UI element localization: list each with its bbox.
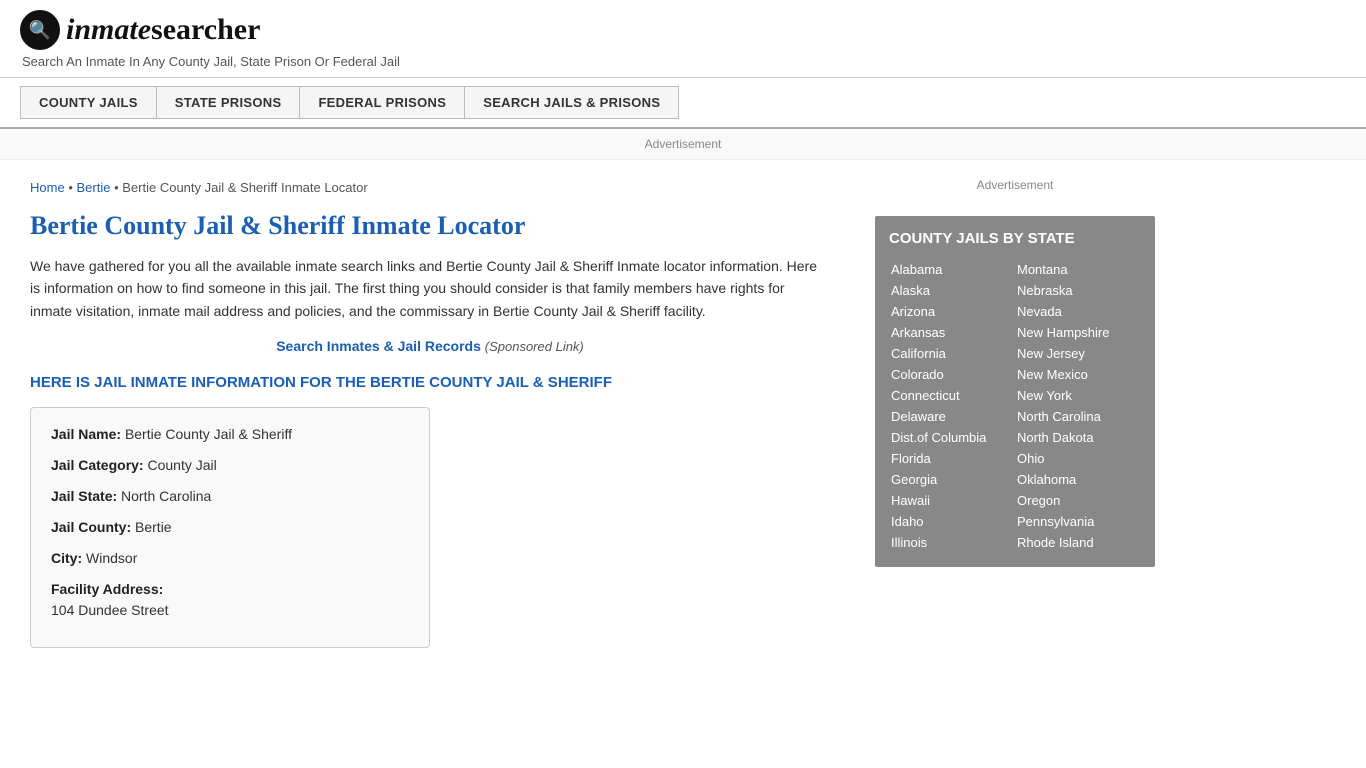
jail-state-value: North Carolina (121, 488, 211, 504)
state-link[interactable]: Illinois (889, 532, 1015, 553)
jail-county-value: Bertie (135, 519, 172, 535)
sidebar-ad: Advertisement (875, 170, 1155, 200)
main-layout: Home • Bertie • Bertie County Jail & She… (0, 160, 1366, 668)
state-columns: AlabamaAlaskaArizonaArkansasCaliforniaCo… (889, 259, 1141, 553)
state-col-right: MontanaNebraskaNevadaNew HampshireNew Je… (1015, 259, 1141, 553)
breadcrumb-home[interactable]: Home (30, 180, 65, 195)
state-link[interactable]: Delaware (889, 406, 1015, 427)
sponsored-note: (Sponsored Link) (485, 339, 584, 354)
jail-address-label: Facility Address: (51, 581, 163, 597)
state-link[interactable]: Alaska (889, 280, 1015, 301)
tagline: Search An Inmate In Any County Jail, Sta… (22, 54, 1346, 69)
jail-county-label: Jail County: (51, 519, 131, 535)
nav-county-jails[interactable]: COUNTY JAILS (20, 86, 156, 119)
jail-category-label: Jail Category: (51, 457, 144, 473)
jail-name-value: Bertie County Jail & Sheriff (125, 426, 292, 442)
breadcrumb-parent[interactable]: Bertie (76, 180, 110, 195)
state-link[interactable]: California (889, 343, 1015, 364)
state-link[interactable]: Rhode Island (1015, 532, 1141, 553)
jail-category-row: Jail Category: County Jail (51, 455, 409, 476)
jail-state-label: Jail State: (51, 488, 117, 504)
state-link[interactable]: North Carolina (1015, 406, 1141, 427)
jail-address-row: Facility Address: 104 Dundee Street (51, 579, 409, 621)
logo-area: 🔍 inmatesearcher (20, 10, 1346, 50)
sidebar: Advertisement COUNTY JAILS BY STATE Alab… (860, 160, 1170, 668)
page-title: Bertie County Jail & Sheriff Inmate Loca… (30, 211, 830, 241)
jail-name-row: Jail Name: Bertie County Jail & Sheriff (51, 424, 409, 445)
state-link[interactable]: Pennsylvania (1015, 511, 1141, 532)
content-area: Home • Bertie • Bertie County Jail & She… (0, 160, 860, 668)
nav-bar: COUNTY JAILS STATE PRISONS FEDERAL PRISO… (0, 78, 1366, 129)
state-link[interactable]: Montana (1015, 259, 1141, 280)
state-link[interactable]: Ohio (1015, 448, 1141, 469)
logo-icon: 🔍 (20, 10, 60, 50)
jail-name-label: Jail Name: (51, 426, 121, 442)
breadcrumb-current: Bertie County Jail & Sheriff Inmate Loca… (122, 180, 367, 195)
logo-inmate: inmate (66, 13, 151, 46)
state-link[interactable]: Oregon (1015, 490, 1141, 511)
header: 🔍 inmatesearcher Search An Inmate In Any… (0, 0, 1366, 78)
logo-searcher: searcher (151, 13, 260, 46)
jail-info-box: Jail Name: Bertie County Jail & Sheriff … (30, 407, 430, 648)
jail-city-label: City: (51, 550, 82, 566)
state-link[interactable]: Alabama (889, 259, 1015, 280)
state-link[interactable]: North Dakota (1015, 427, 1141, 448)
description: We have gathered for you all the availab… (30, 255, 830, 322)
jail-category-value: County Jail (147, 457, 216, 473)
state-col-left: AlabamaAlaskaArizonaArkansasCaliforniaCo… (889, 259, 1015, 553)
state-link[interactable]: Arkansas (889, 322, 1015, 343)
state-link[interactable]: Florida (889, 448, 1015, 469)
sponsored-link[interactable]: Search Inmates & Jail Records (276, 338, 481, 354)
jail-county-row: Jail County: Bertie (51, 517, 409, 538)
nav-federal-prisons[interactable]: FEDERAL PRISONS (299, 86, 464, 119)
state-link[interactable]: New York (1015, 385, 1141, 406)
state-link[interactable]: Idaho (889, 511, 1015, 532)
jail-address-value: 104 Dundee Street (51, 600, 409, 621)
info-header: HERE IS JAIL INMATE INFORMATION FOR THE … (30, 374, 830, 391)
state-box-title: COUNTY JAILS BY STATE (889, 230, 1141, 247)
sponsored-link-area: Search Inmates & Jail Records (Sponsored… (30, 338, 830, 354)
nav-search-jails[interactable]: SEARCH JAILS & PRISONS (464, 86, 679, 119)
jail-city-row: City: Windsor (51, 548, 409, 569)
logo-text: inmatesearcher (66, 13, 260, 47)
state-link[interactable]: Arizona (889, 301, 1015, 322)
state-box: COUNTY JAILS BY STATE AlabamaAlaskaArizo… (875, 216, 1155, 567)
state-link[interactable]: Connecticut (889, 385, 1015, 406)
state-link[interactable]: New Hampshire (1015, 322, 1141, 343)
state-link[interactable]: Georgia (889, 469, 1015, 490)
state-link[interactable]: Oklahoma (1015, 469, 1141, 490)
state-link[interactable]: New Jersey (1015, 343, 1141, 364)
jail-city-value: Windsor (86, 550, 137, 566)
state-link[interactable]: Dist.of Columbia (889, 427, 1015, 448)
state-link[interactable]: Nebraska (1015, 280, 1141, 301)
jail-state-row: Jail State: North Carolina (51, 486, 409, 507)
state-link[interactable]: New Mexico (1015, 364, 1141, 385)
breadcrumb: Home • Bertie • Bertie County Jail & She… (30, 180, 830, 195)
state-link[interactable]: Colorado (889, 364, 1015, 385)
ad-banner: Advertisement (0, 129, 1366, 160)
state-link[interactable]: Nevada (1015, 301, 1141, 322)
state-link[interactable]: Hawaii (889, 490, 1015, 511)
nav-state-prisons[interactable]: STATE PRISONS (156, 86, 300, 119)
